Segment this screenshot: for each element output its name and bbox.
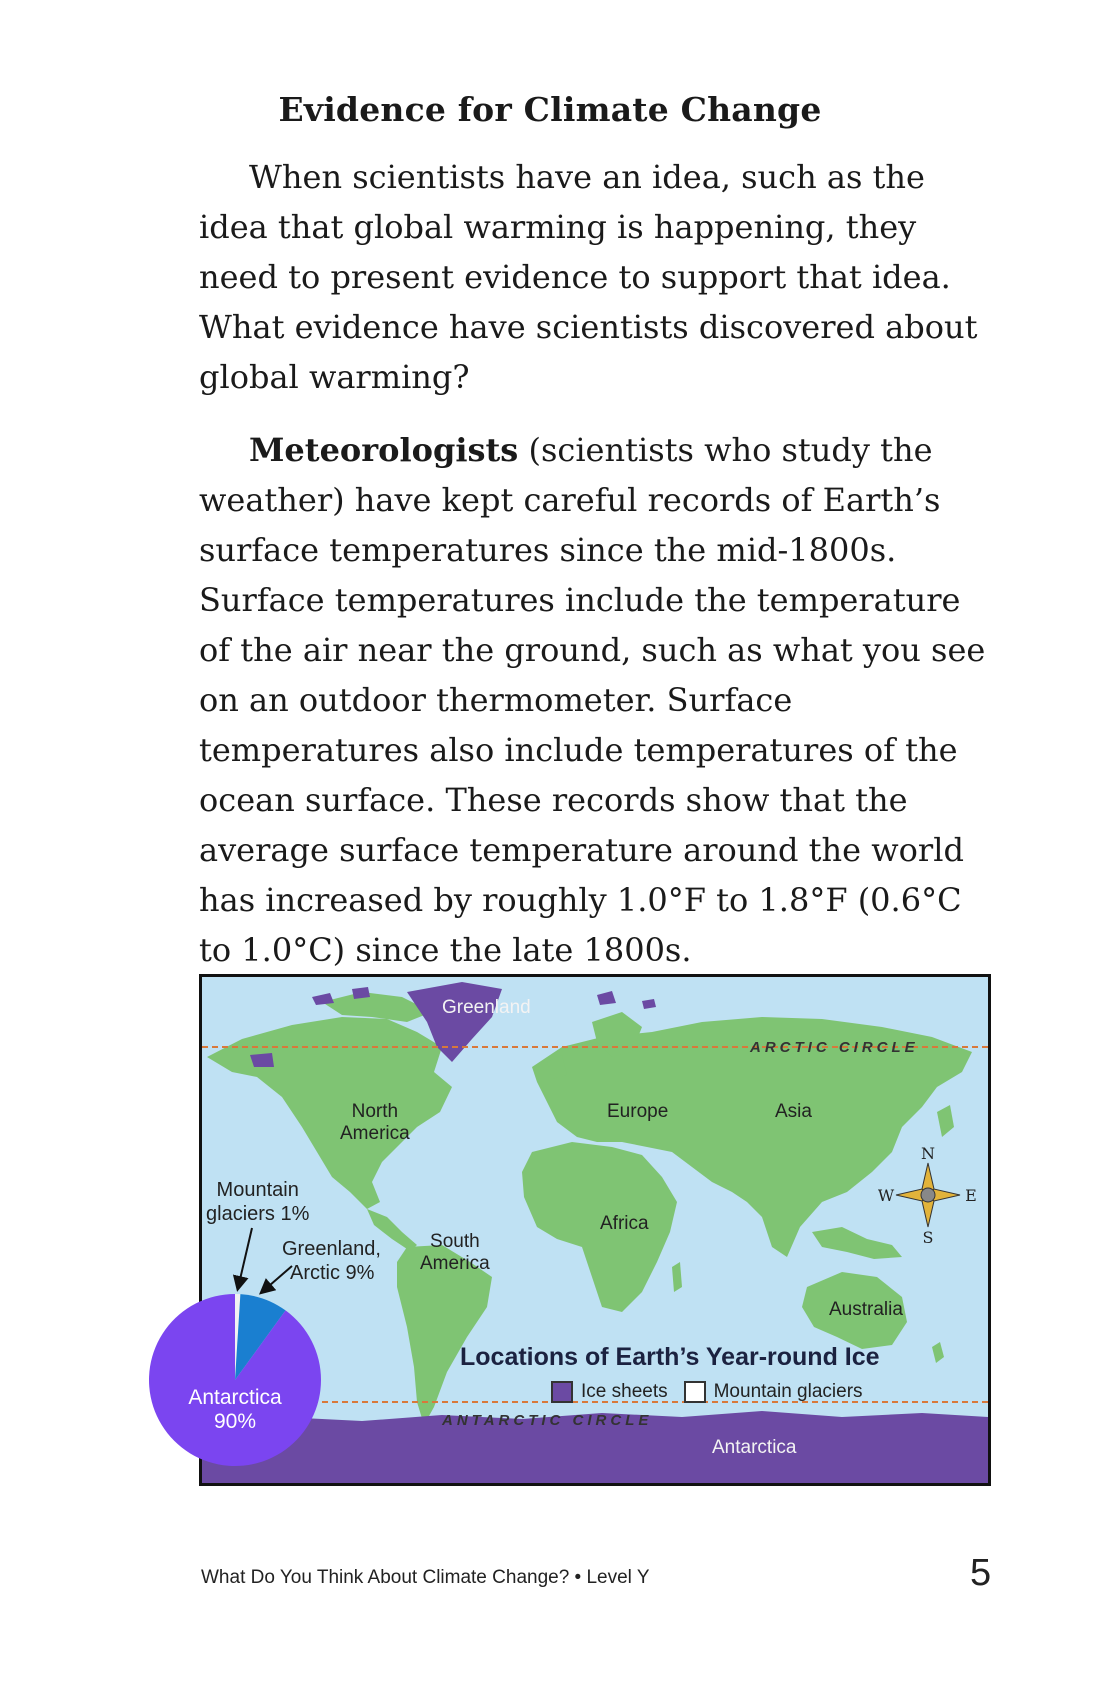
- svalbard-ice: [597, 991, 656, 1009]
- legend-swatch-ice-sheets: [551, 1381, 573, 1403]
- paragraph-intro-text: When scientists have an idea, such as th…: [199, 158, 978, 396]
- compass-icon: N S W E: [878, 1144, 977, 1247]
- north-america-label-line2: America: [340, 1123, 410, 1144]
- map-title: Locations of Earth’s Year-round Ice: [460, 1343, 880, 1371]
- south-america-label-line1: South: [430, 1231, 480, 1252]
- africa-label: Africa: [600, 1213, 649, 1234]
- australia-label: Australia: [829, 1299, 903, 1320]
- north-america-label-line1: North: [351, 1101, 399, 1122]
- pie-slice-antarctica: [149, 1294, 321, 1466]
- page-title: Evidence for Climate Change: [278, 90, 822, 129]
- legend-label-ice-sheets: Ice sheets: [581, 1381, 668, 1402]
- paragraph-meteorologists: Meteorologists (scientists who study the…: [199, 425, 999, 975]
- compass-e: E: [965, 1186, 977, 1205]
- pie-label-arctic-line2: Arctic 9%: [290, 1262, 375, 1284]
- pie-label-antarctica: Antarctica 90%: [145, 1386, 325, 1434]
- pie-label-glaciers: Mountain glaciers 1%: [206, 1178, 309, 1226]
- glossary-term: Meteorologists: [249, 431, 519, 469]
- compass-s: S: [923, 1228, 934, 1245]
- north-america-alaska-ice: [250, 1053, 274, 1067]
- pie-label-arctic: Greenland, Arctic 9%: [282, 1237, 381, 1285]
- asia-label: Asia: [775, 1101, 812, 1122]
- new-zealand-islands: [932, 1342, 944, 1363]
- pie-label-antarctica-line1: Antarctica: [188, 1386, 282, 1409]
- south-america-label: South America: [420, 1231, 490, 1275]
- page-number: 5: [970, 1552, 992, 1594]
- compass-rose: N S W E: [878, 1144, 978, 1247]
- paragraph-meteorologists-text: Meteorologists (scientists who study the…: [199, 425, 999, 975]
- footer-book-title: What Do You Think About Climate Change? …: [201, 1567, 650, 1588]
- legend-item-mountain-glaciers: Mountain glaciers: [683, 1381, 863, 1403]
- compass-n: N: [921, 1145, 935, 1163]
- north-america-label: North America: [340, 1101, 410, 1145]
- pie-label-glaciers-line1: Mountain: [216, 1179, 299, 1201]
- pie-label-glaciers-line2: glaciers 1%: [206, 1203, 310, 1225]
- legend-label-mountain-glaciers: Mountain glaciers: [713, 1381, 863, 1402]
- ice-distribution-pie: [145, 1290, 325, 1470]
- japan-islands: [937, 1105, 954, 1137]
- arctic-circle-label: ARCTIC CIRCLE: [750, 1039, 919, 1056]
- pie-chart: [149, 1294, 321, 1466]
- antarctica-label: Antarctica: [712, 1437, 797, 1458]
- antarctic-circle-label: ANTARCTIC CIRCLE: [442, 1412, 653, 1429]
- greenland-label: Greenland: [442, 997, 531, 1018]
- paragraph-body: (scientists who study the weather) have …: [199, 431, 986, 969]
- paragraph-intro: When scientists have an idea, such as th…: [199, 152, 999, 402]
- south-america-label-line2: America: [420, 1253, 490, 1274]
- pie-label-arctic-line1: Greenland,: [282, 1238, 381, 1260]
- compass-w: W: [878, 1186, 895, 1205]
- europe-label: Europe: [607, 1101, 669, 1122]
- legend-swatch-mountain-glaciers: [683, 1381, 706, 1403]
- map-legend: Ice sheets Mountain glaciers: [551, 1381, 863, 1403]
- pie-label-antarctica-line2: 90%: [213, 1410, 257, 1433]
- madagascar-island: [672, 1262, 682, 1292]
- legend-item-ice-sheets: Ice sheets: [551, 1381, 668, 1403]
